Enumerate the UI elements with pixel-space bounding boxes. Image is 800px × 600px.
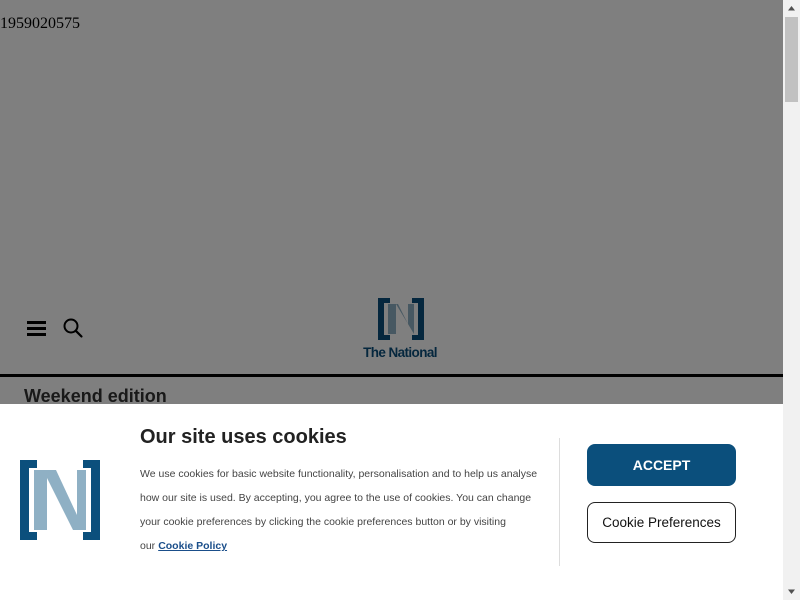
cookie-banner: Our site uses cookies We use cookies for… [0, 404, 783, 600]
arrow-down-icon[interactable] [783, 583, 800, 600]
cookie-preferences-button[interactable]: Cookie Preferences [587, 502, 736, 543]
accept-button[interactable]: ACCEPT [587, 444, 736, 486]
divider [559, 438, 560, 566]
scrollbar[interactable] [783, 0, 800, 600]
arrow-up-icon[interactable] [783, 0, 800, 17]
cookie-title: Our site uses cookies [140, 426, 347, 448]
the-national-n-logo [20, 460, 100, 540]
cookie-description: We use cookies for basic website functio… [140, 462, 550, 558]
scrollbar-thumb[interactable] [785, 17, 798, 102]
cookie-policy-link[interactable]: Cookie Policy [158, 540, 227, 552]
